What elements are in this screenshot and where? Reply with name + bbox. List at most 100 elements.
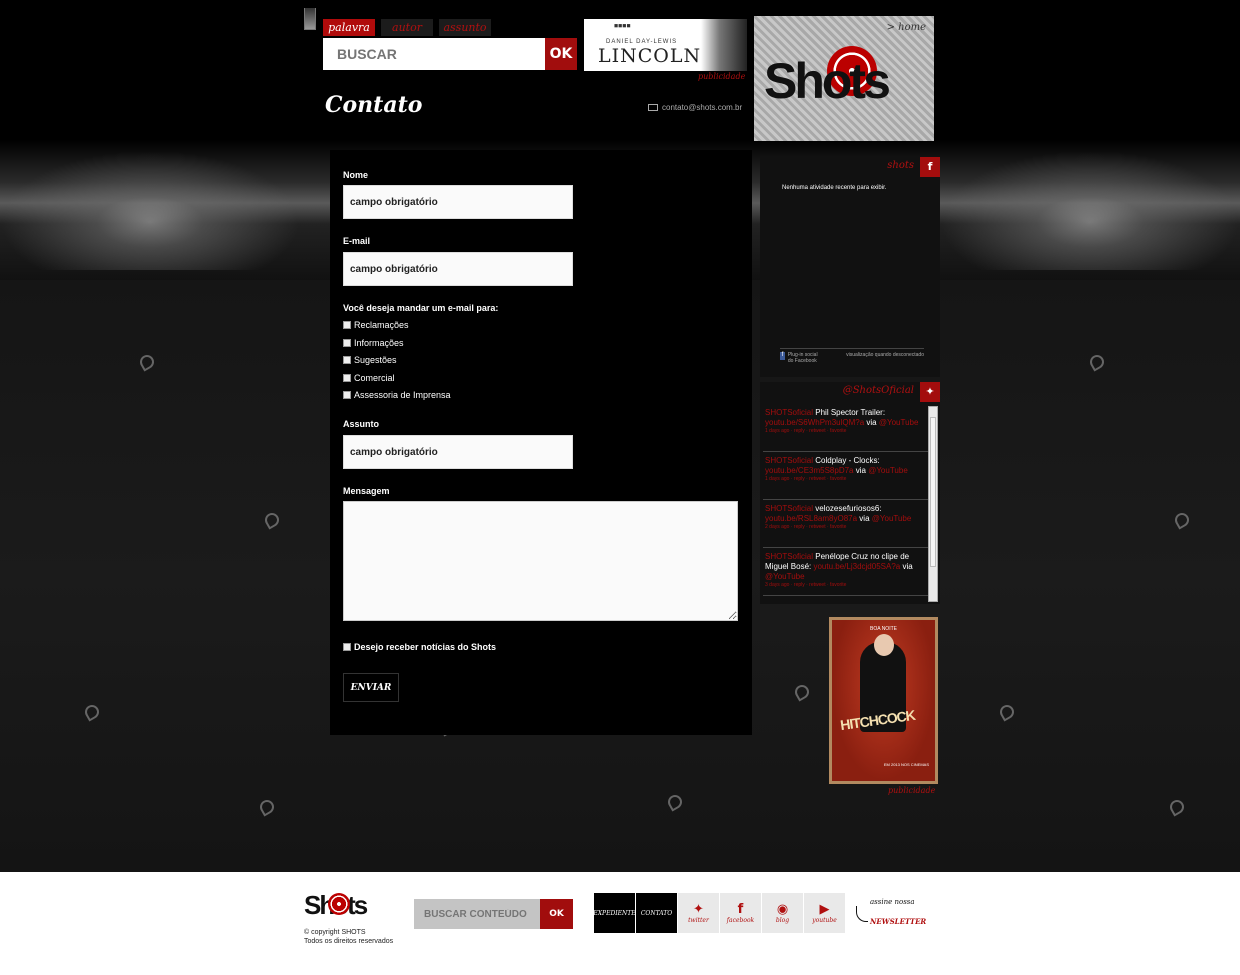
footer-nav-contato[interactable]: CONTATO [636, 893, 677, 933]
facebook-plugin-label[interactable]: Plug-in social do Facebook [788, 352, 824, 364]
tweet: SHOTSoficial Coldplay - Clocks: youtu.be… [763, 452, 928, 500]
newsletter-optin[interactable]: Desejo receber notícias do Shots [343, 642, 496, 652]
newsletter-signup-link[interactable]: assine nossa NEWSLETTER [854, 896, 934, 930]
facebook-widget-header: shots f [760, 157, 940, 177]
subject-field[interactable] [343, 435, 573, 469]
search-input[interactable] [323, 38, 545, 70]
search-tab-palavra[interactable]: palavra [323, 19, 375, 36]
message-field[interactable] [343, 501, 738, 621]
side-ad-label: publicidade [888, 786, 936, 795]
tweet-user[interactable]: SHOTSoficial [765, 552, 813, 561]
search-tab-assunto[interactable]: assunto [439, 19, 491, 36]
arrow-icon [856, 906, 868, 922]
home-link[interactable]: > home [887, 22, 926, 33]
name-label: Nome [343, 170, 369, 180]
facebook-icon: f [737, 902, 744, 917]
name-field[interactable] [343, 185, 573, 219]
checkbox[interactable] [343, 643, 351, 651]
facebook-empty-text: Nenhuma atividade recente para exibir. [782, 185, 887, 191]
tweet-link[interactable]: youtu.be/RSL8am8yO87a [765, 514, 857, 523]
footer-nav-label: youtube [812, 917, 837, 924]
checkbox[interactable] [343, 356, 351, 364]
tweet-via: via [859, 514, 870, 523]
checkbox[interactable] [343, 374, 351, 382]
option-label: Reclamações [354, 320, 409, 330]
footer-nav-expediente[interactable]: EXPEDIENTE [593, 893, 636, 933]
mail-icon [648, 104, 658, 111]
checkbox[interactable] [343, 339, 351, 347]
tweet-user[interactable]: SHOTSoficial [765, 456, 813, 465]
footer-nav-twitter[interactable]: ✦ twitter [678, 893, 719, 933]
option-reclamacoes[interactable]: Reclamações [343, 320, 409, 330]
tweet-meta[interactable]: 2 days ago · reply · retweet · favorite [765, 524, 926, 531]
tweet-meta[interactable]: 1 days ago · reply · retweet · favorite [765, 476, 926, 483]
footer-nav-label: twitter [688, 917, 709, 924]
facebook-icon[interactable]: f [920, 157, 940, 177]
tweet-meta[interactable]: 3 days ago · reply · retweet · favorite [765, 582, 926, 589]
option-comercial[interactable]: Comercial [343, 373, 395, 383]
tweet-link[interactable]: youtu.be/CE3m5S8pD7a [765, 466, 854, 475]
footer-target-icon [328, 893, 350, 915]
poster-tagline: BOA NOITE [870, 626, 897, 632]
tweet-list[interactable]: SHOTSoficial Phil Spector Trailer: youtu… [763, 404, 928, 600]
option-assessoria[interactable]: Assessoria de Imprensa [343, 390, 451, 400]
lincoln-ad-banner[interactable]: ◼◼◼◼ DANIEL DAY-LEWIS LINCOLN [584, 19, 747, 71]
checkbox[interactable] [343, 391, 351, 399]
logo-text: Shots [764, 53, 891, 109]
footer-nav-label: facebook [726, 917, 755, 924]
newsletter-top-label: assine nossa [870, 898, 915, 906]
footer-search-input[interactable] [414, 899, 540, 929]
option-sugestoes[interactable]: Sugestões [343, 355, 397, 365]
copyright-line-2: Todos os direitos reservados [304, 938, 394, 945]
tweet-mention[interactable]: @YouTube [872, 514, 912, 523]
checkbox[interactable] [343, 321, 351, 329]
twitter-bird-icon[interactable]: ✦ [920, 382, 940, 402]
tweet: SHOTSoficial velozesefuriosos6: youtu.be… [763, 500, 928, 548]
newsletter-label: NEWSLETTER [870, 917, 927, 926]
tweet-link[interactable]: youtu.be/S6WhPm3ulQM?a [765, 418, 864, 427]
poster-head [874, 634, 894, 656]
tweet-mention[interactable]: @YouTube [868, 466, 908, 475]
footer-nav-youtube[interactable]: ▶ youtube [804, 893, 845, 933]
page-title: Contato [325, 92, 423, 118]
tweet-meta[interactable]: 1 days ago · reply · retweet · favorite [765, 428, 926, 435]
facebook-widget-title: shots [887, 160, 914, 171]
poster-date: EM 2013 NOS CINEMAS [883, 762, 929, 767]
blog-icon: ◉ [776, 902, 789, 917]
contact-email[interactable]: contato@shots.com.br [648, 103, 742, 112]
tweet-via: via [902, 562, 913, 571]
email-field[interactable] [343, 252, 573, 286]
youtube-icon: ▶ [819, 902, 830, 917]
tweet-user[interactable]: SHOTSoficial [765, 504, 813, 513]
tweet: SHOTSoficial Penélope Cruz no clipe de M… [763, 548, 928, 596]
tweet-user[interactable]: SHOTSoficial [765, 408, 813, 417]
tweet-mention[interactable]: @YouTube [765, 572, 805, 581]
scrollbar-thumb[interactable] [930, 417, 936, 567]
copyright-line-1: © copyright SHOTS [304, 929, 366, 936]
search-ok-button[interactable]: OK [545, 38, 577, 70]
twitter-icon: ✦ [693, 902, 704, 917]
tweet-link[interactable]: youtu.be/Lj3dcjd05SA?a [813, 562, 900, 571]
tweet: SHOTSoficial Phil Spector Trailer: youtu… [763, 404, 928, 452]
facebook-mini-icon[interactable]: f [780, 352, 785, 360]
twitter-widget-title[interactable]: @ShotsOficial [843, 385, 914, 396]
ad-label: publicidade [698, 72, 746, 81]
twitter-widget-header: @ShotsOficial ✦ [760, 382, 940, 402]
tweet-mention[interactable]: @YouTube [879, 418, 919, 427]
subject-label: Assunto [343, 419, 379, 429]
footer-nav-blog[interactable]: ◉ blog [762, 893, 803, 933]
hitchcock-ad-poster[interactable]: BOA NOITE HITCHCOCK EM 2013 NOS CINEMAS [829, 617, 938, 784]
facebook-disconnected-label: visualização quando desconectado [846, 352, 924, 358]
option-label: Sugestões [354, 355, 397, 365]
footer-nav-facebook[interactable]: f facebook [720, 893, 761, 933]
message-label: Mensagem [343, 486, 390, 496]
option-label: Informações [354, 338, 404, 348]
footer-search-ok-button[interactable]: OK [540, 899, 573, 929]
search-tab-autor[interactable]: autor [381, 19, 433, 36]
option-informacoes[interactable]: Informações [343, 338, 404, 348]
water-splash-left [0, 150, 300, 270]
site-logo[interactable]: > home Shots [754, 16, 934, 141]
tweet-scrollbar[interactable] [928, 406, 938, 602]
footer-nav-label: blog [775, 917, 790, 924]
submit-button[interactable]: ENVIAR [343, 673, 399, 702]
